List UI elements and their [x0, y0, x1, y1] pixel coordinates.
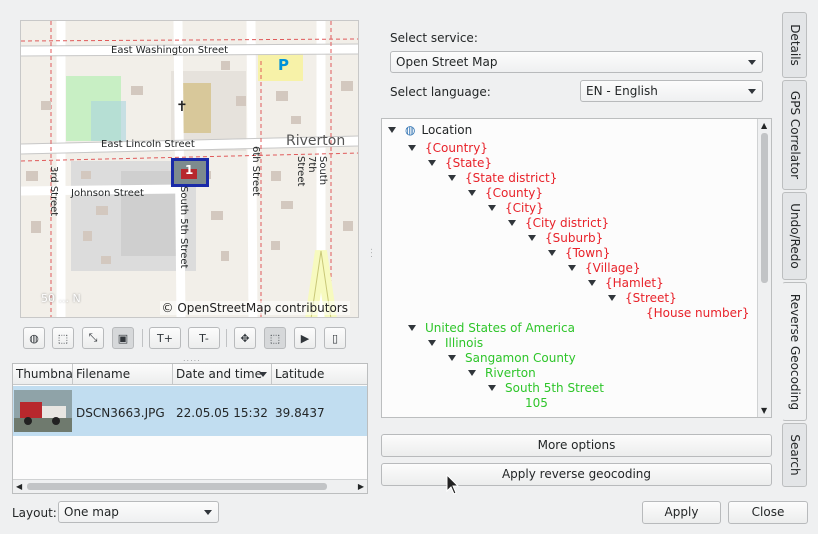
splitter-handle-vertical[interactable]: ... [369, 248, 378, 259]
service-combobox[interactable]: Open Street Map [390, 51, 763, 73]
scrollbar-thumb[interactable] [761, 133, 768, 283]
language-combobox[interactable]: EN - English [580, 80, 763, 102]
cell-filename: DSCN3663.JPG [76, 406, 165, 420]
map-scale: 50 ... N [41, 292, 81, 305]
map-label-6th-street: 6th Street [250, 146, 261, 197]
tree-item[interactable]: {Suburb} [528, 231, 603, 245]
tree-item[interactable]: Sangamon County [448, 351, 576, 365]
pan-icon[interactable]: ✥ [234, 327, 256, 349]
layout-label: Layout: [12, 506, 57, 520]
tree-item[interactable]: {Hamlet} [588, 276, 664, 290]
tree-item[interactable]: Riverton [468, 366, 536, 380]
chevron-down-icon [748, 89, 756, 94]
bookmark-icon[interactable]: ▯ [324, 327, 346, 349]
scrollbar-thumb[interactable] [27, 483, 327, 490]
column-header-filename[interactable]: Filename [73, 364, 173, 385]
tree-item[interactable]: United States of America [408, 321, 575, 335]
splitter-handle[interactable]: ..... [183, 354, 201, 363]
map-view[interactable]: East Washington Street East Lincoln Stre… [20, 20, 359, 318]
tree-item[interactable]: South 5th Street [488, 381, 604, 395]
photo-thumbnail [14, 390, 72, 432]
horizontal-scrollbar[interactable]: ◀ ▶ [13, 479, 367, 493]
language-value: EN - English [586, 84, 658, 98]
tree-item[interactable]: {Village} [568, 261, 641, 275]
tree-item[interactable]: {Country} [408, 141, 488, 155]
tab-gps-correlator[interactable]: GPS Correlator [782, 80, 807, 190]
language-label: Select language: [390, 85, 491, 99]
thumbnail-smaller-button[interactable]: T- [188, 327, 220, 349]
map-label-east-washington: East Washington Street [111, 45, 229, 56]
church-icon: ✝ [176, 99, 188, 115]
tab-details[interactable]: Details [782, 12, 807, 78]
scroll-left-icon[interactable]: ◀ [16, 482, 22, 491]
tree-item[interactable]: {County} [468, 186, 543, 200]
map-label-3rd-street: 3rd Street [48, 166, 59, 217]
map-attribution: © OpenStreetMap contributors [159, 301, 350, 315]
tree-item[interactable]: {City district} [508, 216, 609, 230]
location-tree[interactable]: ◍ Location {Country} {State} {State distr… [381, 118, 772, 418]
sort-arrow-icon [259, 372, 267, 377]
map-label-south-7th: South 7th Street [295, 156, 328, 187]
chevron-down-icon [204, 510, 212, 515]
map-label-south-5th: South 5th Street [178, 186, 189, 269]
tab-search[interactable]: Search [782, 423, 807, 487]
scroll-down-icon[interactable]: ▼ [761, 406, 767, 415]
pointer-icon[interactable]: ▶ [294, 327, 316, 349]
globe-icon: ◍ [405, 123, 416, 137]
tree-item[interactable]: {Town} [548, 246, 610, 260]
map-label-city: Riverton [286, 133, 346, 149]
layout-combobox[interactable]: One map [58, 501, 219, 523]
column-header-latitude[interactable]: Latitude [272, 364, 367, 385]
zoom-fit-icon[interactable]: ⤡ [82, 327, 104, 349]
more-options-button[interactable]: More options [381, 434, 772, 457]
select-region-icon[interactable]: ⬚ [264, 327, 286, 349]
scroll-up-icon[interactable]: ▲ [761, 121, 767, 130]
chevron-down-icon [748, 60, 756, 65]
service-label: Select service: [390, 31, 478, 45]
zoom-region-icon[interactable]: ⬚ [52, 327, 74, 349]
mouse-cursor-icon [446, 474, 460, 495]
thumbnail-larger-button[interactable]: T+ [149, 327, 181, 349]
tree-root[interactable]: ◍ Location [388, 123, 472, 137]
tree-item[interactable]: Illinois [428, 336, 483, 350]
thumbnails-icon[interactable]: ▣ [112, 327, 134, 349]
close-button[interactable]: Close [728, 501, 808, 524]
image-list-table[interactable]: Thumbna Filename Date and time Latitude … [12, 363, 368, 494]
tree-item[interactable]: {Street} [608, 291, 677, 305]
expand-arrow-icon[interactable] [388, 126, 396, 133]
tab-undo-redo[interactable]: Undo/Redo [782, 192, 807, 280]
parking-icon: P [278, 56, 289, 74]
tree-item[interactable]: {House number} [646, 306, 750, 320]
layout-value: One map [64, 505, 119, 519]
map-label-east-lincoln: East Lincoln Street [101, 139, 195, 150]
apply-button[interactable]: Apply [642, 501, 721, 524]
cell-latitude: 39.8437 [275, 406, 325, 420]
column-header-datetime[interactable]: Date and time [173, 364, 272, 385]
column-header-thumbnail[interactable]: Thumbna [13, 364, 73, 385]
tree-item[interactable]: {City} [488, 201, 544, 215]
tree-item[interactable]: {State} [428, 156, 492, 170]
tree-item[interactable]: {State district} [448, 171, 557, 185]
photo-marker-count[interactable]: 1 [185, 163, 193, 177]
cell-datetime: 22.05.05 15:32 [176, 406, 268, 420]
map-label-johnson: Johnson Street [71, 188, 144, 199]
globe-icon[interactable]: ◍ [23, 327, 45, 349]
service-value: Open Street Map [396, 55, 498, 69]
vertical-scrollbar[interactable]: ▲ ▼ [757, 119, 771, 417]
tree-item[interactable]: 105 [525, 396, 548, 410]
scroll-right-icon[interactable]: ▶ [358, 482, 364, 491]
apply-reverse-geocoding-button[interactable]: Apply reverse geocoding [381, 463, 772, 486]
tab-reverse-geocoding[interactable]: Reverse Geocoding [782, 282, 807, 421]
